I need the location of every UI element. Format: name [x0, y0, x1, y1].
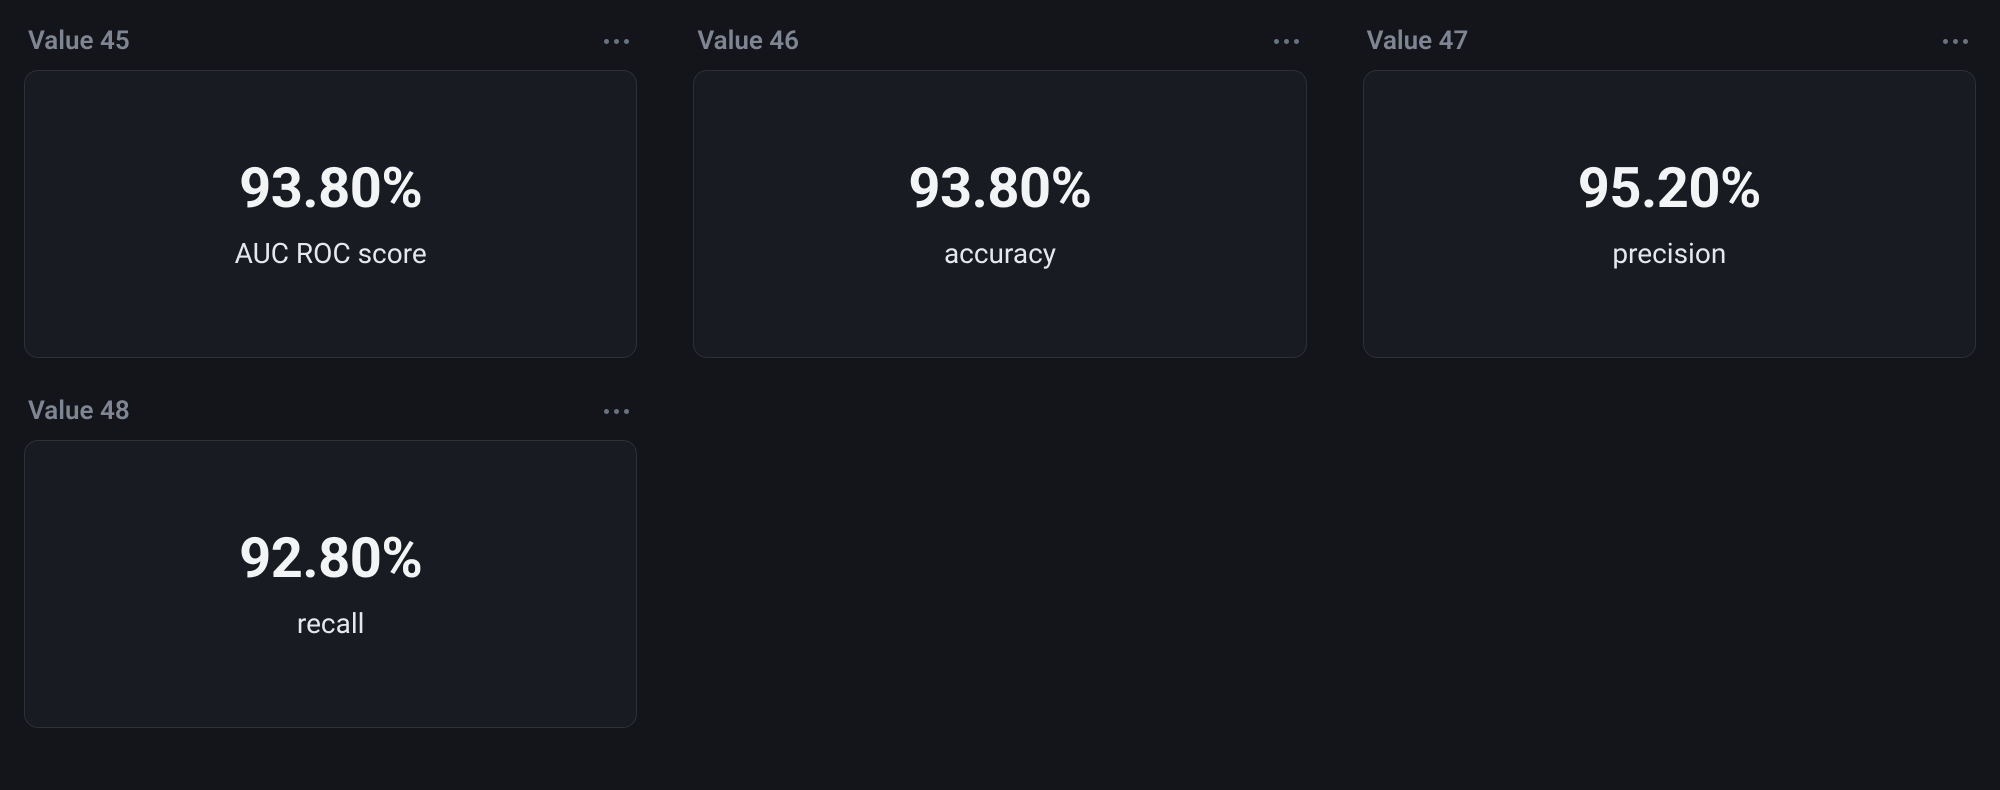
metric-card: 92.80% recall — [24, 440, 637, 728]
metric-card-wrapper: Value 46 93.80% accuracy — [693, 20, 1306, 358]
metric-card-wrapper: Value 45 93.80% AUC ROC score — [24, 20, 637, 358]
metrics-grid: Value 45 93.80% AUC ROC score Value 46 9… — [24, 20, 1976, 728]
metric-card: 93.80% accuracy — [693, 70, 1306, 358]
more-horizontal-icon — [604, 409, 629, 414]
more-horizontal-icon — [1943, 39, 1968, 44]
metric-label: recall — [297, 607, 365, 640]
card-title: Value 46 — [697, 26, 799, 56]
card-title: Value 48 — [28, 396, 130, 426]
card-header: Value 45 — [24, 20, 637, 70]
metric-value: 93.80% — [239, 158, 422, 220]
metric-value: 95.20% — [1578, 158, 1761, 220]
metric-label: precision — [1612, 237, 1726, 270]
metric-card: 93.80% AUC ROC score — [24, 70, 637, 358]
more-horizontal-icon — [1274, 39, 1299, 44]
card-more-button[interactable] — [600, 35, 633, 48]
card-header: Value 46 — [693, 20, 1306, 70]
metric-label: accuracy — [944, 237, 1056, 270]
card-more-button[interactable] — [1270, 35, 1303, 48]
card-header: Value 47 — [1363, 20, 1976, 70]
card-header: Value 48 — [24, 390, 637, 440]
metric-value: 92.80% — [239, 528, 422, 590]
metric-card: 95.20% precision — [1363, 70, 1976, 358]
more-horizontal-icon — [604, 39, 629, 44]
metric-card-wrapper: Value 47 95.20% precision — [1363, 20, 1976, 358]
card-more-button[interactable] — [1939, 35, 1972, 48]
metric-value: 93.80% — [908, 158, 1091, 220]
card-title: Value 47 — [1367, 26, 1469, 56]
card-title: Value 45 — [28, 26, 130, 56]
card-more-button[interactable] — [600, 405, 633, 418]
metric-label: AUC ROC score — [235, 237, 427, 270]
metric-card-wrapper: Value 48 92.80% recall — [24, 390, 637, 728]
